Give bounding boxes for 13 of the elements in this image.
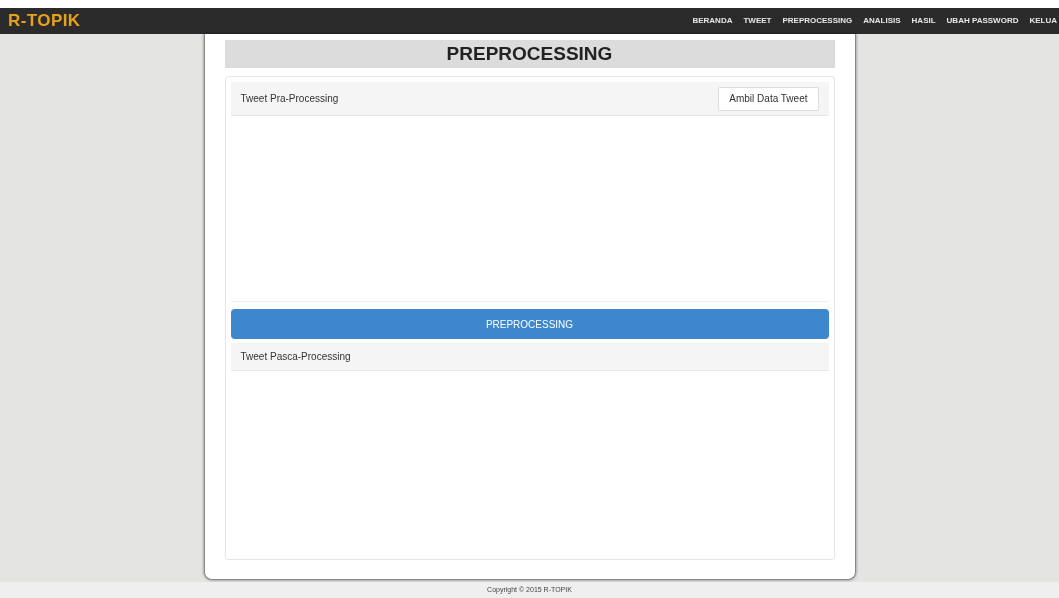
nav-link[interactable]: PREPROCESSING — [782, 15, 853, 27]
nav-link[interactable]: ANALISIS — [863, 15, 901, 27]
nav-link[interactable]: HASIL — [911, 15, 936, 27]
preprocessing-button[interactable]: PREPROCESSING — [230, 309, 829, 339]
nav-link[interactable]: BERANDA — [692, 15, 733, 27]
panel-title: Tweet Pra-Processing — [240, 92, 339, 106]
nav-link[interactable]: UBAH PASSWORD — [946, 15, 1019, 27]
nav-link[interactable]: KELUA — [1029, 15, 1057, 27]
nav-link[interactable]: TWEET — [743, 15, 772, 27]
brand-logo[interactable]: R-TOPIK — [8, 8, 81, 34]
panel-title: Tweet Pasca-Processing — [240, 350, 351, 364]
page-title: PREPROCESSING — [224, 40, 835, 68]
fetch-tweets-button[interactable]: Ambil Data Tweet — [718, 86, 819, 111]
